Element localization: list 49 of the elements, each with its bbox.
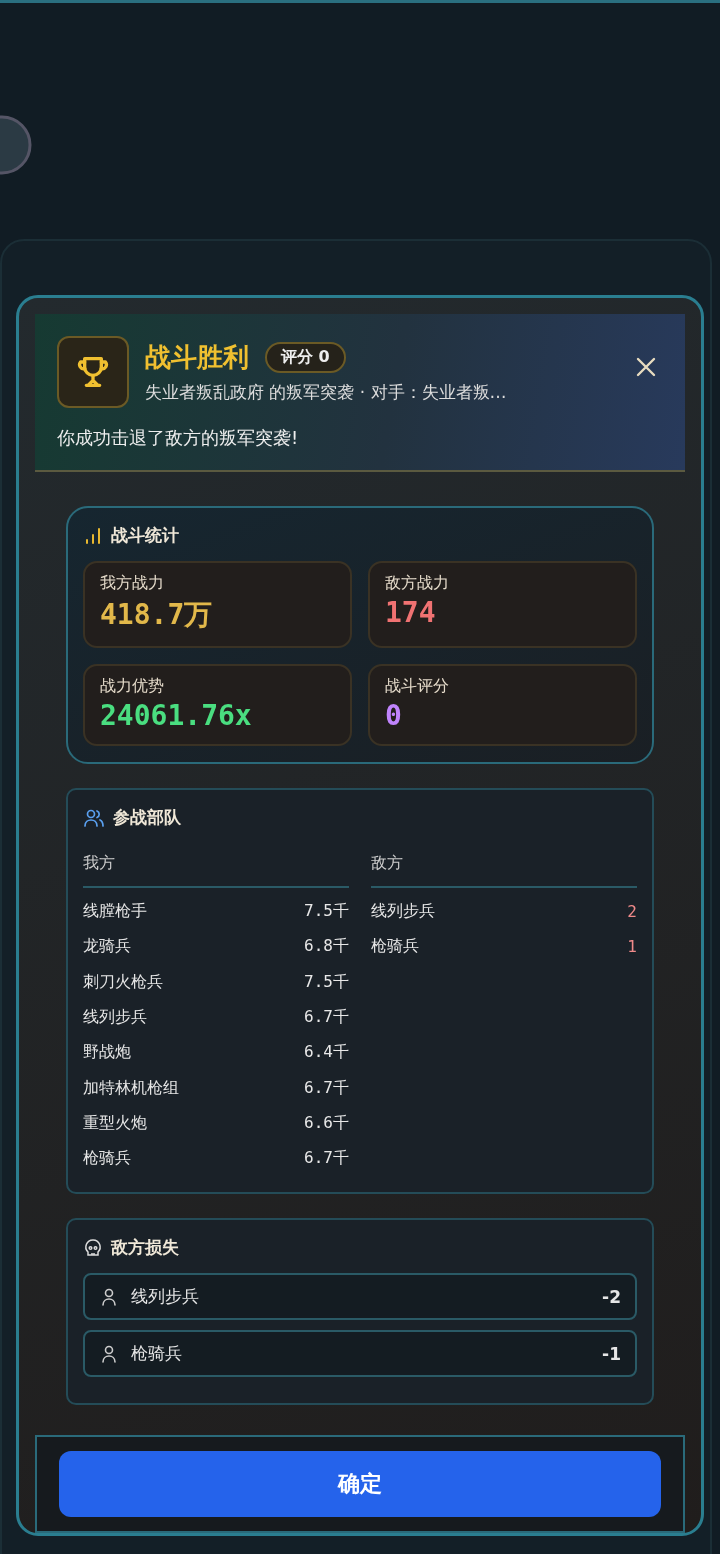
- close-icon: [635, 356, 657, 378]
- users-icon: [83, 807, 105, 828]
- unit-count: 2: [627, 902, 637, 922]
- result-message: 你成功击退了敌方的叛军突袭!: [57, 426, 300, 450]
- column-heading: 敌方: [371, 843, 637, 888]
- unit-name: 野战炮: [83, 1042, 131, 1064]
- unit-name: 龙骑兵: [83, 936, 131, 958]
- unit-name: 枪骑兵: [371, 936, 419, 958]
- unit-count: 7.5千: [304, 901, 349, 923]
- stat-label: 我方战力: [100, 573, 165, 594]
- unit-name: 线膛枪手: [83, 901, 147, 923]
- unit-count: 6.6千: [304, 1112, 349, 1134]
- stat-value: 174: [385, 596, 437, 629]
- skull-icon: [83, 1237, 103, 1258]
- unit-name: 枪骑兵: [131, 1342, 183, 1366]
- unit-name: 加特林机枪组: [83, 1077, 179, 1099]
- score-badge: 评分 0: [265, 342, 346, 373]
- column-heading: 我方: [83, 843, 349, 888]
- stat-value: 0: [385, 699, 403, 732]
- stat-label: 战斗评分: [385, 676, 450, 697]
- stat-value: 24061.76x: [100, 699, 253, 732]
- unit-name: 线列步兵: [131, 1285, 200, 1309]
- card-title: 敌方损失: [111, 1236, 179, 1260]
- unit-count: 1: [627, 937, 637, 957]
- unit-count: 6.7千: [304, 1007, 349, 1029]
- unit-name: 线列步兵: [371, 901, 435, 923]
- dialog-title: 战斗胜利: [145, 341, 249, 374]
- stat-value: 418.7万: [100, 597, 214, 633]
- card-title: 参战部队: [113, 806, 181, 829]
- person-icon: [99, 1343, 119, 1364]
- bar-chart-icon: [83, 525, 103, 546]
- unit-count: 6.8千: [304, 936, 349, 958]
- unit-count: 7.5千: [304, 971, 349, 993]
- unit-name: 线列步兵: [83, 1007, 147, 1029]
- loss-count: -2: [602, 1286, 621, 1307]
- unit-name: 重型火炮: [83, 1112, 147, 1134]
- card-title: 战斗统计: [111, 524, 179, 547]
- unit-name: 刺刀火枪兵: [83, 971, 163, 993]
- trophy-icon: [57, 336, 129, 408]
- confirm-button[interactable]: 确定: [59, 1451, 661, 1518]
- battle-subtitle: 失业者叛乱政府 的叛军突袭 · 对手：失业者叛…: [145, 381, 508, 404]
- unit-count: 6.7千: [304, 1077, 349, 1099]
- person-icon: [99, 1286, 119, 1307]
- unit-count: 6.4千: [304, 1042, 349, 1064]
- stat-label: 敌方战力: [385, 573, 450, 594]
- stat-label: 战力优势: [100, 676, 165, 697]
- unit-count: 6.7千: [304, 1148, 349, 1170]
- unit-name: 枪骑兵: [83, 1148, 131, 1170]
- loss-count: -1: [602, 1343, 621, 1364]
